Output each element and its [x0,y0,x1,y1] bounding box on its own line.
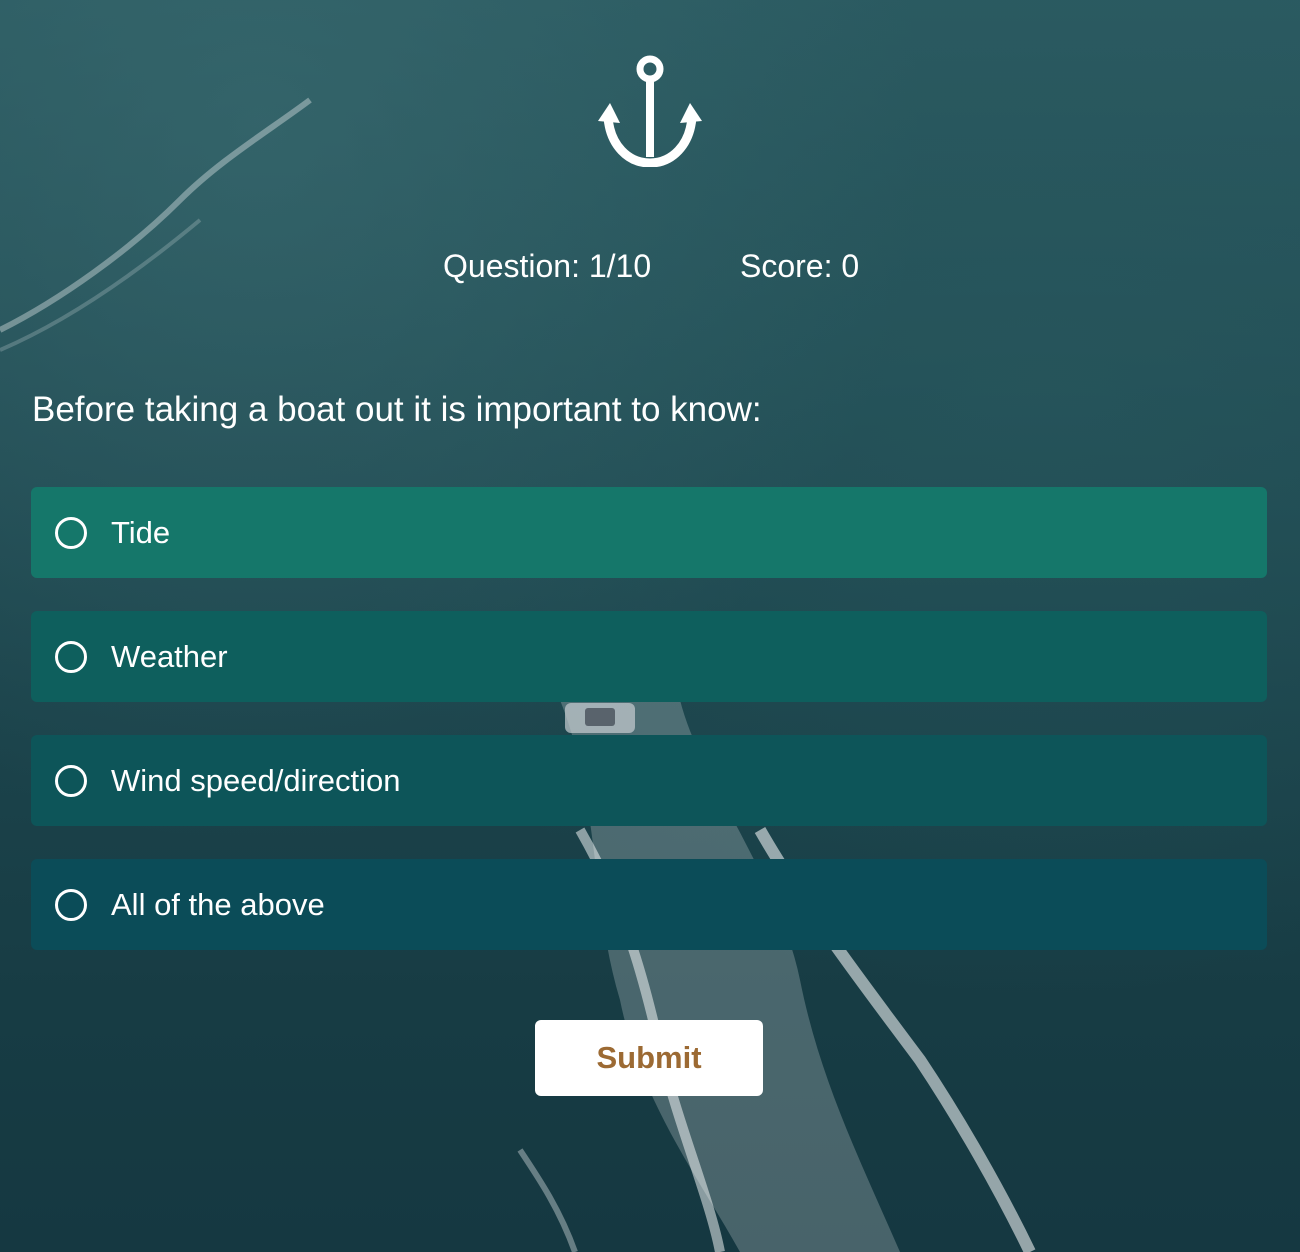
quiz-stats: Question: 1/10 Score: 0 [0,244,1300,288]
answer-option-weather[interactable]: Weather [31,611,1267,702]
radio-button[interactable] [55,764,87,797]
answer-option-tide[interactable]: Tide [31,487,1267,578]
answer-option-label: All of the above [111,886,325,922]
answer-option-label: Tide [111,514,171,550]
submit-button[interactable]: Submit [535,1020,763,1096]
anchor-icon [598,55,702,168]
radio-button[interactable] [55,888,87,921]
score-counter: Score: 0 [740,248,860,284]
answer-option-label: Wind speed/direction [111,762,401,798]
answer-options: Tide Weather Wind speed/direction All of… [31,487,1267,983]
answer-option-label: Weather [111,638,228,674]
answer-option-all[interactable]: All of the above [31,859,1267,950]
question-text: Before taking a boat out it is important… [32,390,762,429]
question-counter: Question: 1/10 [443,248,652,284]
radio-button[interactable] [55,516,87,549]
answer-option-wind[interactable]: Wind speed/direction [31,735,1267,826]
radio-button[interactable] [55,640,87,673]
